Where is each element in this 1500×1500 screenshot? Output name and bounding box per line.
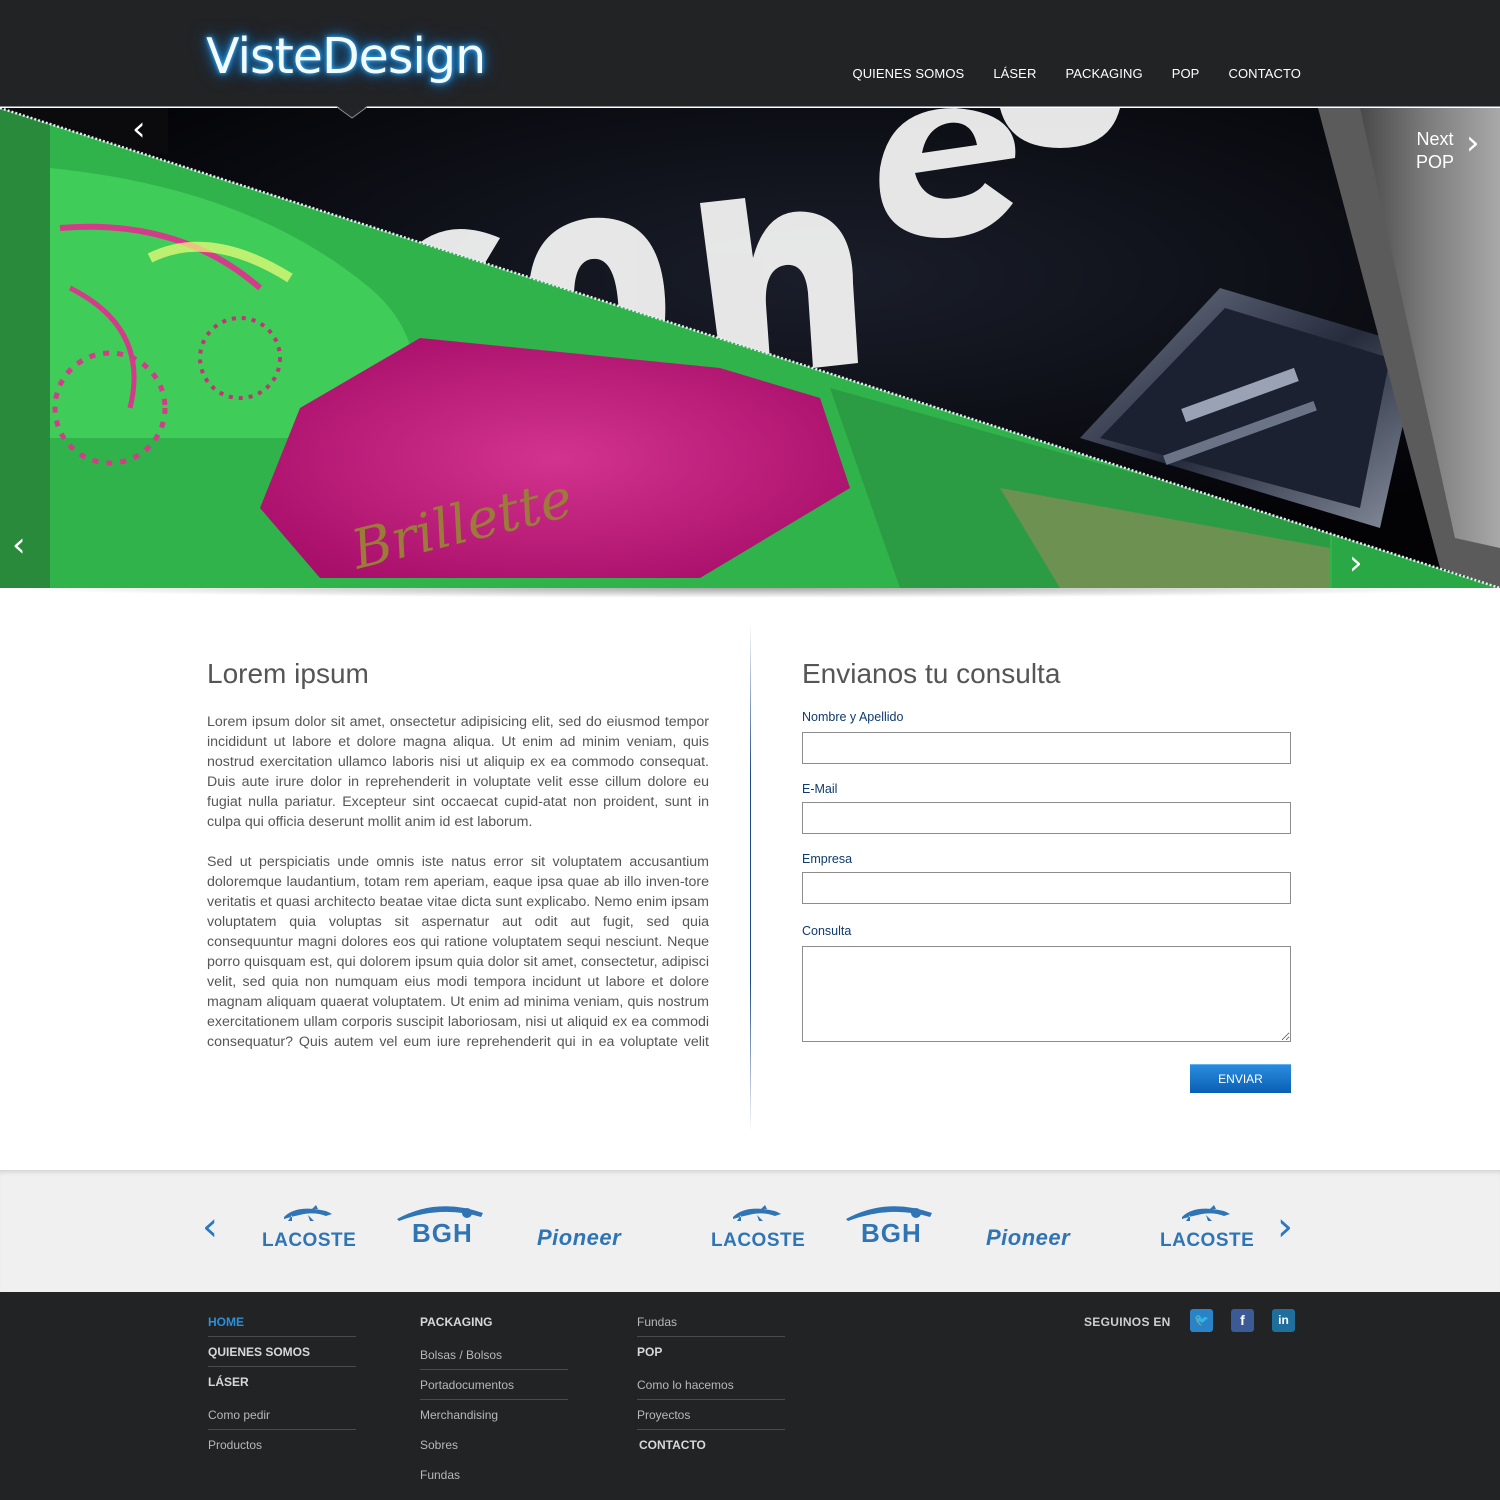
footer-link-proyectos[interactable]: Proyectos: [637, 1407, 785, 1430]
main-content: Lorem ipsum Lorem ipsum dolor sit amet, …: [0, 598, 1500, 1170]
client-logo-bgh[interactable]: BGH: [395, 1203, 485, 1253]
footer-column-3: Fundas POP Como lo hacemos Proyectos CON…: [637, 1314, 785, 1467]
about-title: Lorem ipsum: [207, 658, 369, 689]
slider-prev-arrow[interactable]: ‹: [12, 528, 26, 562]
footer-link-como-pedir[interactable]: Como pedir: [208, 1407, 356, 1430]
social-label: SEGUINOS EN: [1084, 1315, 1171, 1329]
about-column: Lorem ipsum Lorem ipsum dolor sit amet, …: [207, 658, 709, 1072]
crocodile-icon: [284, 1205, 332, 1221]
footer-link-home[interactable]: HOME: [208, 1314, 356, 1337]
footer-link-fundas-2[interactable]: Fundas: [637, 1314, 785, 1337]
client-logo-bgh[interactable]: BGH: [844, 1203, 934, 1253]
company-input[interactable]: [802, 872, 1291, 904]
client-logo-text: LACOSTE: [262, 1230, 357, 1251]
query-textarea[interactable]: [802, 946, 1291, 1042]
hero-slider: Brillette ‹ ‹ › Next POP ›: [0, 108, 1500, 588]
next-label-text: Next: [1416, 129, 1454, 149]
client-logo-text: LACOSTE: [1160, 1230, 1255, 1251]
next-category-text: POP: [1415, 152, 1454, 172]
client-logo-lacoste[interactable]: LACOSTE: [262, 1203, 357, 1253]
footer-column-2: PACKAGING Bolsas / Bolsos Portadocumento…: [420, 1314, 568, 1497]
about-paragraph-1: Lorem ipsum dolor sit amet, onsectetur a…: [207, 714, 709, 830]
crocodile-icon: [733, 1205, 781, 1221]
footer-link-bolsas[interactable]: Bolsas / Bolsos: [420, 1347, 568, 1370]
footer-link-merchandising[interactable]: Merchandising: [420, 1407, 568, 1437]
name-input[interactable]: [802, 732, 1291, 764]
nav-laser[interactable]: LÁSER: [993, 66, 1036, 81]
nav-packaging[interactable]: PACKAGING: [1065, 66, 1142, 81]
footer-link-quienes-somos[interactable]: QUIENES SOMOS: [208, 1344, 356, 1367]
client-logo-text: LACOSTE: [711, 1230, 806, 1251]
facebook-icon[interactable]: f: [1231, 1309, 1254, 1332]
client-logo-pioneer[interactable]: Pioneer: [986, 1225, 1111, 1275]
footer-link-contacto[interactable]: CONTACTO: [637, 1437, 785, 1467]
slider-shadow: [0, 588, 1500, 598]
footer-link-como-lo-hacemos[interactable]: Como lo hacemos: [637, 1377, 785, 1400]
footer: HOME QUIENES SOMOS LÁSER Como pedir Prod…: [0, 1292, 1500, 1500]
slider-prev-top-arrow[interactable]: ‹: [132, 112, 146, 146]
linkedin-icon[interactable]: in: [1272, 1309, 1295, 1332]
twitter-icon[interactable]: 🐦: [1190, 1309, 1213, 1332]
nav-quienes-somos[interactable]: QUIENES SOMOS: [852, 66, 964, 81]
clients-prev-arrow[interactable]: ‹: [202, 1207, 218, 1247]
client-logo-text: Pioneer: [537, 1225, 622, 1250]
name-label: Nombre y Apellido: [802, 710, 904, 724]
client-logo-lacoste[interactable]: LACOSTE: [1160, 1203, 1255, 1253]
email-input[interactable]: [802, 802, 1291, 834]
main-nav: QUIENES SOMOS LÁSER PACKAGING POP CONTAC…: [823, 66, 1301, 81]
footer-link-fundas[interactable]: Fundas: [420, 1467, 568, 1497]
email-label: E-Mail: [802, 782, 838, 796]
footer-link-portadocumentos[interactable]: Portadocumentos: [420, 1377, 568, 1400]
nav-pointer-outline: [337, 106, 367, 119]
footer-link-productos[interactable]: Productos: [208, 1437, 356, 1467]
client-logo-text: Pioneer: [986, 1225, 1071, 1250]
query-label: Consulta: [802, 924, 852, 938]
company-label: Empresa: [802, 852, 853, 866]
contact-form: Envianos tu consulta Nombre y Apellido E…: [802, 658, 1292, 1093]
header: VisteDesign QUIENES SOMOS LÁSER PACKAGIN…: [0, 0, 1500, 107]
form-title: Envianos tu consulta: [802, 658, 1061, 689]
client-logo-lacoste[interactable]: LACOSTE: [711, 1203, 806, 1253]
clients-next-arrow[interactable]: ›: [1277, 1207, 1293, 1247]
column-divider: [750, 623, 751, 1133]
send-button[interactable]: ENVIAR: [1190, 1064, 1291, 1093]
footer-link-sobres[interactable]: Sobres: [420, 1437, 568, 1467]
nav-contacto[interactable]: CONTACTO: [1228, 66, 1301, 81]
slider-next-arrow[interactable]: ›: [1466, 126, 1480, 160]
footer-link-pop[interactable]: POP: [637, 1344, 785, 1377]
clients-carousel: ‹ LACOSTE BGH Pioneer LACOSTE BGH Pionee…: [0, 1170, 1500, 1292]
about-paragraph-2: Sed ut perspiciatis unde omnis iste natu…: [207, 854, 709, 1050]
slider-image: Brillette: [0, 108, 1500, 588]
slider-next-bottom-arrow[interactable]: ›: [1349, 546, 1363, 580]
next-slide-label[interactable]: Next POP: [1416, 128, 1454, 174]
footer-link-packaging[interactable]: PACKAGING: [420, 1314, 568, 1347]
footer-link-laser[interactable]: LÁSER: [208, 1374, 356, 1407]
footer-column-1: HOME QUIENES SOMOS LÁSER Como pedir Prod…: [208, 1314, 356, 1467]
crocodile-icon: [1182, 1205, 1230, 1221]
nav-pop[interactable]: POP: [1172, 66, 1200, 81]
site-logo[interactable]: VisteDesign: [206, 28, 486, 85]
client-logo-pioneer[interactable]: Pioneer: [537, 1225, 662, 1275]
